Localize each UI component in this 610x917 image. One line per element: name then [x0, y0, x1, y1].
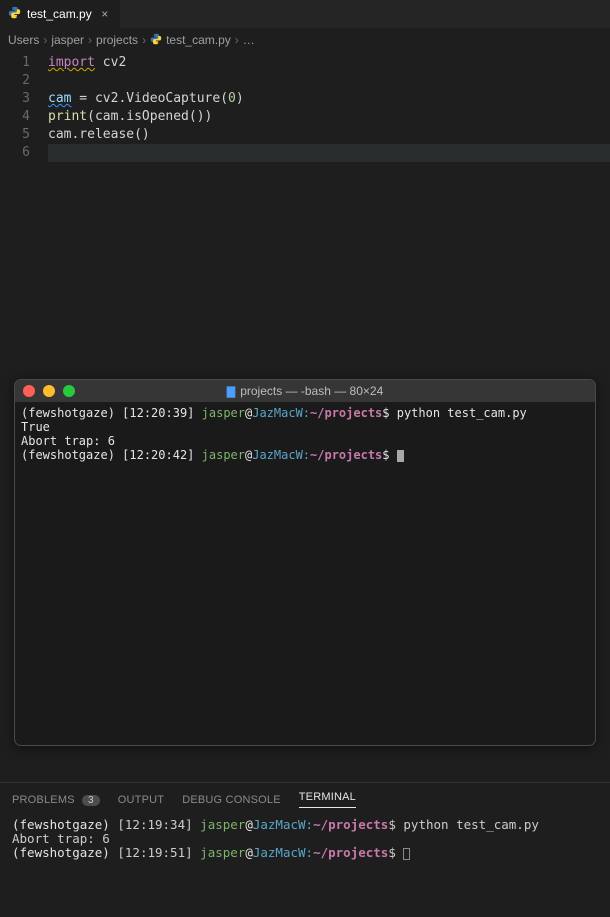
code-editor[interactable]: 123456 import cv2 cam = cv2.VideoCapture… [0, 52, 610, 162]
code-area[interactable]: import cv2 cam = cv2.VideoCapture(0)prin… [48, 54, 610, 162]
close-window-button[interactable] [23, 385, 35, 397]
tab-problems[interactable]: PROBLEMS 3 [12, 794, 100, 806]
tab-filename: test_cam.py [27, 7, 92, 21]
minimize-window-button[interactable] [43, 385, 55, 397]
macos-titlebar[interactable]: ▇ projects — -bash — 80×24 [15, 380, 595, 402]
tab-terminal[interactable]: TERMINAL [299, 791, 356, 808]
line-gutter: 123456 [0, 54, 48, 162]
problems-badge: 3 [82, 795, 100, 806]
close-icon[interactable]: × [98, 7, 112, 21]
breadcrumb-part[interactable]: jasper [51, 33, 84, 47]
panel-tabs: PROBLEMS 3 OUTPUT DEBUG CONSOLE TERMINAL [0, 783, 610, 814]
chevron-right-icon: › [235, 33, 239, 47]
tab-problems-label: PROBLEMS [12, 794, 75, 806]
bottom-panel: PROBLEMS 3 OUTPUT DEBUG CONSOLE TERMINAL… [0, 782, 610, 917]
traffic-lights [23, 385, 75, 397]
macos-terminal-body[interactable]: (fewshotgaze) [12:20:39] jasper@JazMacW:… [15, 402, 595, 466]
chevron-right-icon: › [142, 33, 146, 47]
tab-bar: test_cam.py × [0, 0, 610, 28]
window-title-text: projects — -bash — 80×24 [240, 384, 383, 398]
vscode-terminal-body[interactable]: (fewshotgaze) [12:19:34] jasper@JazMacW:… [0, 814, 610, 864]
chevron-right-icon: › [88, 33, 92, 47]
chevron-right-icon: › [43, 33, 47, 47]
breadcrumb-part[interactable]: projects [96, 33, 138, 47]
tab-output[interactable]: OUTPUT [118, 794, 164, 806]
breadcrumb[interactable]: Users › jasper › projects › test_cam.py … [0, 28, 610, 52]
python-icon [8, 6, 21, 22]
tab-debug-console[interactable]: DEBUG CONSOLE [182, 794, 281, 806]
window-title: ▇ projects — -bash — 80×24 [15, 384, 595, 398]
file-tab[interactable]: test_cam.py × [0, 0, 120, 28]
breadcrumb-part[interactable]: Users [8, 33, 39, 47]
breadcrumb-file[interactable]: test_cam.py [166, 33, 231, 47]
folder-icon: ▇ [227, 385, 235, 398]
zoom-window-button[interactable] [63, 385, 75, 397]
python-icon [150, 33, 162, 48]
macos-terminal-window[interactable]: ▇ projects — -bash — 80×24 (fewshotgaze)… [14, 379, 596, 746]
breadcrumb-tail[interactable]: … [243, 33, 255, 47]
